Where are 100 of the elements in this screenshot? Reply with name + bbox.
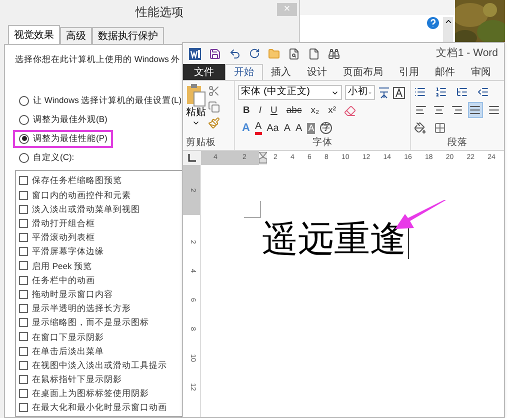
dialog-tab[interactable]: 数据执行保护: [92, 27, 164, 44]
help-icon[interactable]: [427, 17, 439, 29]
option-label: 调整为最佳性能(P): [33, 132, 108, 146]
checkbox[interactable]: [19, 218, 28, 228]
checkbox[interactable]: [19, 346, 28, 356]
checkbox[interactable]: [19, 204, 28, 214]
file-tab[interactable]: 文件: [183, 64, 225, 80]
multilevel-list-icon[interactable]: [456, 86, 468, 98]
font-size-button[interactable]: A: [284, 120, 291, 136]
ribbon-tab[interactable]: 页面布局: [335, 64, 391, 80]
ribbon-tab[interactable]: 审阅: [463, 64, 499, 80]
effect-label: 平滑滚动列表框: [32, 231, 95, 244]
checkbox[interactable]: [19, 247, 28, 256]
align-button[interactable]: [468, 102, 484, 118]
effect-label: 在鼠标指针下显示阴影: [32, 373, 122, 386]
option-label: 让 Windows 选择计算机的最佳设置(L): [33, 94, 182, 108]
checkbox[interactable]: [19, 374, 28, 384]
effect-label: 淡入淡出或滑动菜单到视图: [32, 202, 140, 216]
checkbox[interactable]: [19, 190, 28, 200]
ribbon-tab[interactable]: 插入: [263, 64, 299, 80]
checkbox[interactable]: [19, 403, 28, 412]
group-label: 剪贴板: [186, 136, 217, 150]
ribbon-tab[interactable]: 开始: [225, 64, 263, 80]
effect-label: 拖动时显示窗口内容: [32, 288, 113, 301]
font-color-button[interactable]: A: [254, 122, 262, 134]
paint-bucket-icon[interactable]: [414, 122, 426, 134]
group-label: 字体: [312, 136, 332, 150]
effect-label: 启用 Peek 预览: [32, 260, 92, 272]
radio-button[interactable]: [19, 152, 29, 163]
checkbox[interactable]: [19, 360, 28, 370]
scissors-icon[interactable]: [208, 85, 220, 97]
description-text: 选择你想在此计算机上使用的 Windows 外: [15, 53, 180, 66]
checkbox[interactable]: [19, 233, 28, 242]
borders-icon[interactable]: [434, 122, 446, 134]
ribbon-tab[interactable]: 设计: [299, 64, 335, 80]
format-button[interactable]: B: [242, 104, 251, 118]
format-button[interactable]: x²: [327, 104, 338, 118]
checkbox[interactable]: [19, 261, 28, 270]
checkbox[interactable]: [19, 276, 28, 285]
ribbon-tab[interactable]: 邮件: [427, 64, 463, 80]
dialog-tab[interactable]: 视觉效果: [8, 25, 60, 44]
effect-label: 任务栏中的动画: [32, 274, 95, 287]
tab-stop-icon[interactable]: [188, 154, 196, 162]
effect-label: 滑动打开组合框: [32, 217, 95, 230]
document-text: 遥远重逢: [262, 218, 406, 262]
character-border-icon[interactable]: [393, 86, 405, 98]
checkbox[interactable]: [19, 176, 28, 186]
paste-label[interactable]: 粘贴: [186, 107, 206, 119]
effect-label: 窗口内的动画控件和元素: [32, 188, 131, 202]
ribbon-tab[interactable]: 引用: [391, 64, 427, 80]
phonetic-guide-icon[interactable]: [378, 86, 390, 99]
radio-button[interactable]: [19, 134, 29, 144]
checkbox[interactable]: [19, 332, 28, 342]
format-button[interactable]: I: [258, 104, 263, 118]
shading-button[interactable]: A: [307, 122, 316, 134]
word-logo-icon: [189, 48, 201, 60]
font-size-field[interactable]: 小初: [345, 85, 375, 100]
checkbox[interactable]: [19, 389, 28, 398]
new-document-icon[interactable]: [308, 48, 320, 60]
option-label: 自定义(C):: [33, 151, 74, 164]
effect-label: 在单击后淡出菜单: [32, 344, 104, 358]
redo-icon[interactable]: [249, 48, 260, 59]
save-icon[interactable]: [209, 48, 221, 60]
effect-label: 在桌面上为图标标签使用阴影: [32, 387, 149, 400]
effect-label: 显示缩略图，而不是显示图标: [32, 316, 149, 330]
font-size-button[interactable]: Aa: [266, 120, 279, 136]
effect-label: 显示半透明的选择长方形: [32, 302, 131, 315]
option-label: 调整为最佳外观(B): [33, 113, 108, 126]
radio-button[interactable]: [19, 114, 29, 125]
group-label: 段落: [448, 136, 468, 150]
margin-corner-mark: [244, 201, 261, 218]
checkbox[interactable]: [19, 304, 28, 314]
enclose-button[interactable]: 字: [320, 122, 332, 134]
dialog-tab[interactable]: 高级: [60, 27, 92, 44]
font-size-button[interactable]: A: [296, 120, 302, 136]
numbering-icon[interactable]: [435, 86, 447, 98]
brush-icon[interactable]: [208, 117, 220, 129]
format-button[interactable]: abc: [285, 104, 303, 118]
font-name-field[interactable]: 宋体 (中文正文): [238, 85, 342, 100]
window-title: 文档1 - Word: [436, 46, 498, 61]
checkbox[interactable]: [19, 290, 28, 299]
caret-icon[interactable]: [192, 119, 200, 127]
undo-icon[interactable]: [229, 48, 241, 60]
checkbox[interactable]: [19, 318, 28, 328]
eraser-icon[interactable]: [344, 105, 356, 117]
indent-marker-icon[interactable]: [259, 152, 267, 164]
format-button[interactable]: U: [270, 104, 278, 118]
effect-label: 平滑屏幕字体边缘: [32, 245, 104, 258]
effect-label: 在视图中淡入淡出或滑动工具提示: [32, 358, 167, 372]
binoculars-icon[interactable]: [328, 48, 340, 60]
radio-button[interactable]: [19, 96, 29, 106]
format-button[interactable]: x₂: [310, 104, 320, 118]
effect-label: 在窗口下显示阴影: [32, 330, 104, 344]
chevron-up-icon: [444, 17, 452, 26]
print-preview-icon[interactable]: [288, 48, 300, 60]
dialog-title: 性能选项: [134, 4, 184, 21]
clipboard-icon[interactable]: [186, 83, 206, 107]
indent-icon[interactable]: [477, 86, 489, 98]
effect-label: 在最大化和最小化时显示窗口动画: [32, 401, 167, 414]
copy-icon[interactable]: [208, 101, 220, 113]
